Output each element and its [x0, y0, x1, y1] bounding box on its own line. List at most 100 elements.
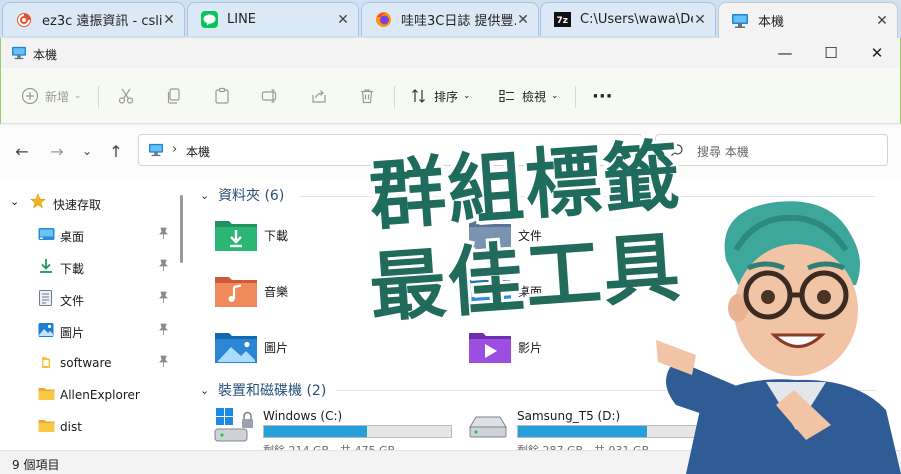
- navigation-bar: ← → ⌄ ↑ › 本機 ⟳ 搜尋 本機: [0, 125, 901, 177]
- sidebar-item-documents[interactable]: 文件: [0, 285, 178, 313]
- group-title: 資料夾 (6): [218, 188, 285, 204]
- command-bar: 新增 ⌄ 排序 ⌄ 檢視 ⌄ ···: [0, 68, 901, 124]
- tab-ez3c[interactable]: ez3c 遠振資訊 - csli... ✕: [2, 2, 185, 36]
- share-button[interactable]: [310, 84, 328, 108]
- drive-usage-bar: [263, 425, 452, 438]
- group-title: 裝置和磁碟機 (2): [218, 383, 327, 399]
- drives-group-header[interactable]: ⌄ 裝置和磁碟機 (2): [200, 379, 326, 401]
- tab-title: 哇哇3C日誌 提供豐...: [401, 14, 516, 29]
- rename-button[interactable]: [261, 84, 279, 108]
- maximize-button[interactable]: ☐: [808, 38, 854, 68]
- tab-wawa[interactable]: 哇哇3C日誌 提供豐... ✕: [361, 2, 539, 36]
- folder-label: 影片: [518, 341, 543, 355]
- title-bar: 本機 — ☐ ✕: [0, 38, 901, 68]
- sidebar-item-label: software: [60, 356, 112, 370]
- breadcrumb[interactable]: 本機: [186, 143, 210, 160]
- new-button[interactable]: 新增 ⌄: [21, 84, 82, 108]
- pin-icon[interactable]: [158, 259, 169, 274]
- firefox-icon: [374, 11, 392, 29]
- 7zip-icon: 7z: [553, 11, 571, 29]
- pin-icon[interactable]: [158, 227, 169, 242]
- tab-line[interactable]: LINE ✕: [187, 2, 359, 36]
- pictures-icon: [38, 322, 54, 341]
- videos-folder-icon: [468, 329, 512, 368]
- svg-text:7z: 7z: [556, 16, 568, 26]
- folder-music[interactable]: 音樂: [214, 273, 454, 313]
- close-window-button[interactable]: ✕: [854, 38, 900, 68]
- refresh-button[interactable]: ⟳: [619, 141, 632, 159]
- item-count: 9 個項目: [12, 458, 60, 472]
- line-app-icon: [200, 11, 218, 29]
- clipboard-icon: [215, 87, 229, 104]
- pin-icon[interactable]: [158, 355, 169, 370]
- search-icon: [668, 143, 684, 162]
- folders-group-header[interactable]: ⌄ 資料夾 (6): [200, 184, 284, 206]
- divider: [98, 86, 99, 108]
- window-title: 本機: [33, 48, 58, 62]
- paste-button[interactable]: [213, 84, 231, 108]
- view-button[interactable]: 檢視 ⌄: [498, 84, 559, 108]
- sidebar-item-label: 圖片: [60, 326, 85, 340]
- folder-icon: [38, 354, 54, 373]
- close-icon[interactable]: ✕: [162, 12, 176, 28]
- back-button[interactable]: ←: [11, 140, 33, 162]
- folder-label: 圖片: [264, 341, 289, 355]
- chevron-down-icon: ⌄: [74, 91, 82, 101]
- windows-drive-icon: [214, 407, 258, 450]
- external-drive-icon: [468, 407, 512, 450]
- tab-this-pc[interactable]: 本機 ✕: [718, 2, 898, 38]
- close-icon[interactable]: ✕: [336, 12, 350, 28]
- sort-button[interactable]: 排序 ⌄: [410, 84, 471, 108]
- forward-button[interactable]: →: [46, 140, 68, 162]
- chevron-down-icon: ⌄: [551, 91, 559, 101]
- new-label: 新增: [45, 89, 70, 104]
- folder-label: 下載: [264, 229, 289, 243]
- folder-icon: [38, 418, 55, 436]
- tab-title: ez3c 遠振資訊 - csli...: [42, 14, 162, 29]
- sidebar-item-quick-access[interactable]: ⌄ 快速存取: [0, 189, 178, 217]
- documents-folder-icon: [468, 217, 512, 256]
- cut-button[interactable]: [117, 84, 135, 108]
- sidebar-item-label: 下載: [60, 262, 85, 276]
- folder-icon: [38, 386, 55, 404]
- rename-icon: [261, 89, 277, 103]
- sidebar-item-label: 快速存取: [53, 198, 102, 212]
- divider: [394, 86, 395, 108]
- close-icon[interactable]: ✕: [693, 12, 707, 28]
- close-icon[interactable]: ✕: [875, 13, 889, 29]
- search-input[interactable]: 搜尋 本機: [655, 134, 888, 166]
- folder-downloads[interactable]: 下載: [214, 217, 454, 257]
- sidebar-item-downloads[interactable]: 下載: [0, 253, 178, 281]
- folder-label: 桌面: [518, 285, 543, 299]
- more-options-button[interactable]: ···: [592, 84, 613, 108]
- download-icon: [38, 258, 54, 277]
- sort-icon: [412, 89, 425, 103]
- recent-locations-button[interactable]: ⌄: [76, 140, 98, 162]
- minimize-button[interactable]: —: [762, 38, 808, 68]
- up-button[interactable]: ↑: [105, 140, 127, 162]
- sidebar-item-pictures[interactable]: 圖片: [0, 317, 178, 345]
- close-icon[interactable]: ✕: [516, 12, 530, 28]
- star-icon: [30, 193, 46, 212]
- sidebar-item-software[interactable]: software: [0, 349, 178, 377]
- address-bar[interactable]: › 本機 ⟳: [138, 134, 643, 166]
- tab-7zip[interactable]: 7z C:\Users\wawa\Des... ✕: [540, 2, 716, 36]
- sidebar-item-dist[interactable]: dist: [0, 413, 178, 441]
- swirl-icon: [15, 11, 33, 29]
- folder-pictures[interactable]: 圖片: [214, 329, 454, 369]
- pin-icon[interactable]: [158, 323, 169, 338]
- chevron-down-icon[interactable]: ⌄: [10, 195, 19, 208]
- chevron-down-icon: ⌄: [200, 188, 210, 202]
- sidebar-item-label: AllenExplorer: [60, 388, 140, 402]
- pin-icon[interactable]: [158, 291, 169, 306]
- breadcrumb-separator[interactable]: ›: [172, 142, 177, 157]
- copy-button[interactable]: [165, 84, 183, 108]
- search-placeholder: 搜尋 本機: [697, 145, 749, 159]
- sidebar-item-allenexplorer[interactable]: AllenExplorer: [0, 381, 178, 409]
- plus-circle-icon: [21, 87, 39, 105]
- divider: [575, 86, 576, 108]
- sidebar-item-desktop[interactable]: 桌面: [0, 221, 178, 249]
- delete-button[interactable]: [358, 84, 376, 108]
- desktop-icon: [38, 226, 55, 245]
- sidebar-scrollbar[interactable]: [180, 195, 183, 263]
